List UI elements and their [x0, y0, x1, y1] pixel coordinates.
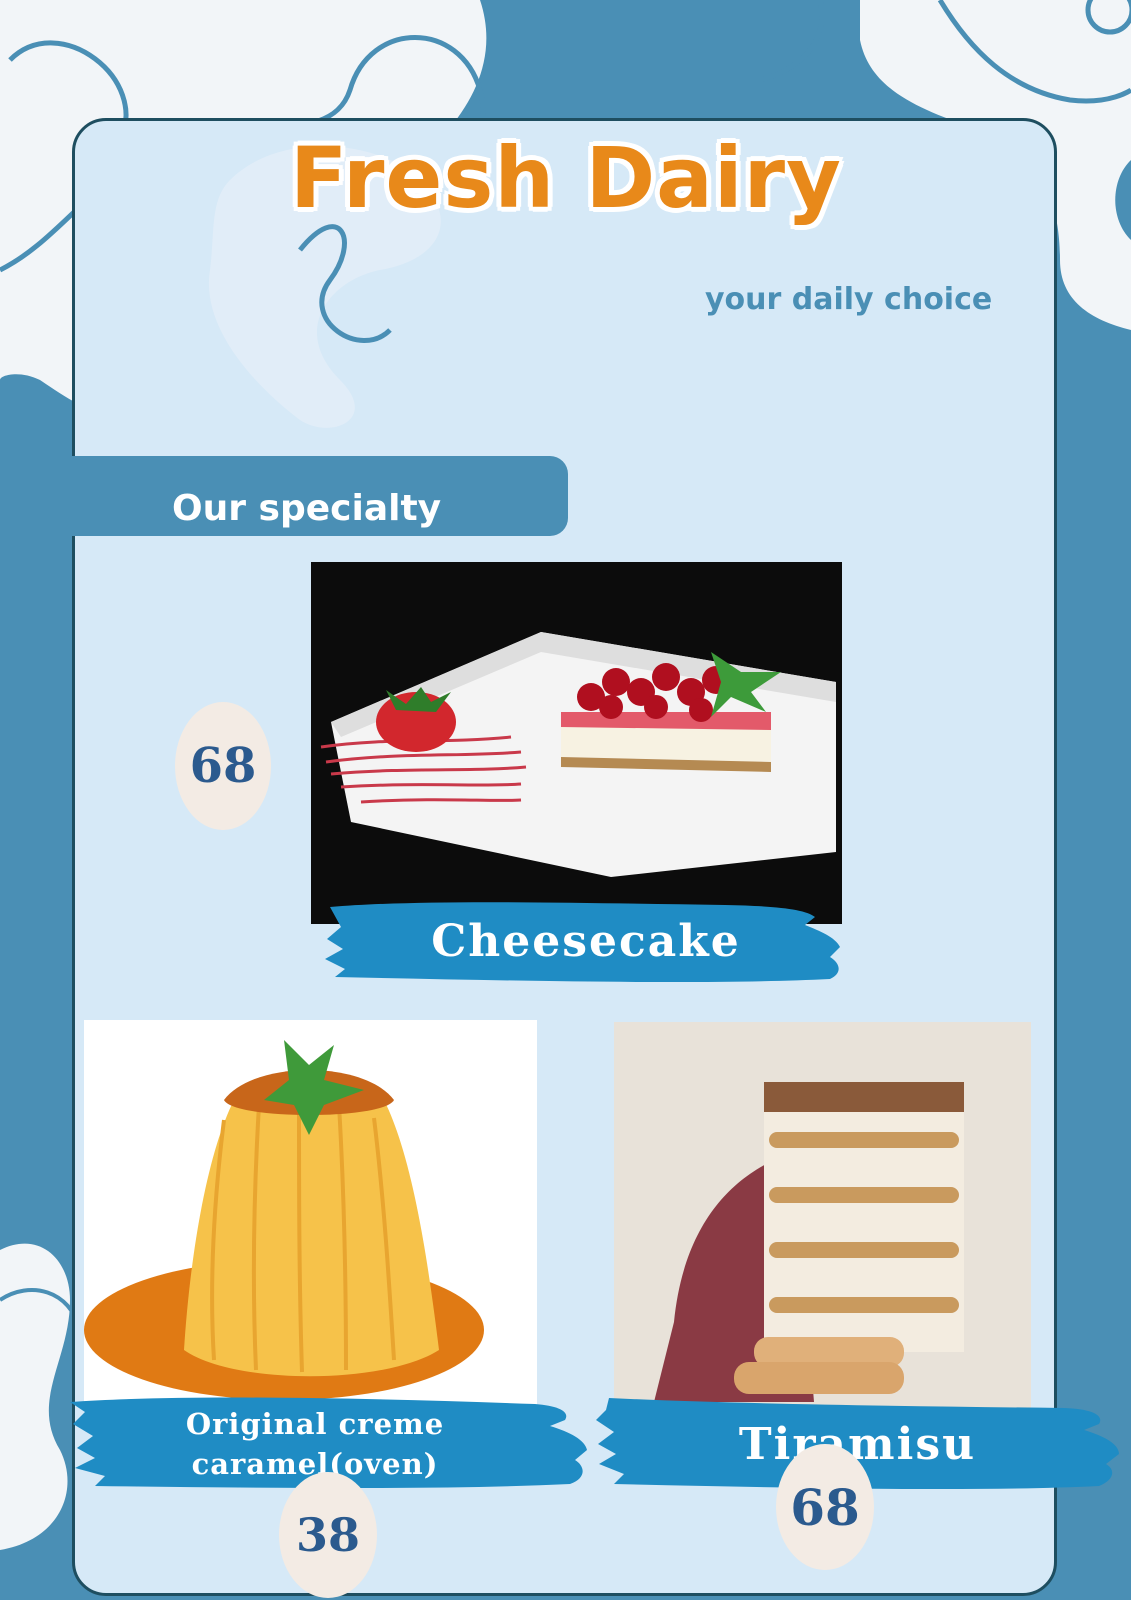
price-badge-cheesecake: 68 [175, 702, 271, 830]
tiramisu-photo [614, 1022, 1031, 1418]
page-subtitle: your daily choice [705, 282, 993, 317]
creme-caramel-photo [84, 1020, 537, 1407]
cheesecake-photo [311, 562, 842, 924]
section-title: Our specialty [172, 488, 442, 529]
price-badge-tiramisu: 68 [776, 1444, 874, 1570]
item-name-cheesecake: Cheesecake [431, 915, 741, 967]
cheesecake-name-banner: Cheesecake [325, 895, 847, 987]
price-badge-creme-caramel: 38 [279, 1472, 377, 1598]
page-title: Fresh Dairy [290, 129, 842, 227]
